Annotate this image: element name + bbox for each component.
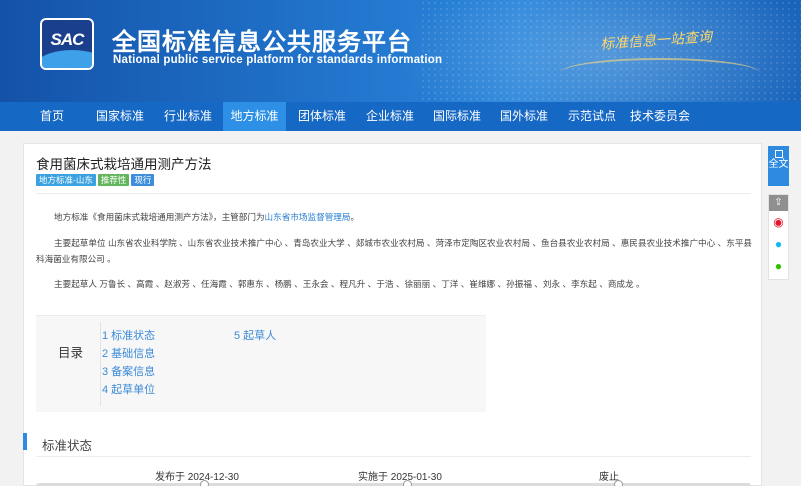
- toc-item-basic-info[interactable]: 2 基础信息: [102, 345, 155, 361]
- intro-text: 地方标准《食用菌床式栽培通用测产方法》，主管部门为: [54, 212, 265, 222]
- nav-demo-pilots[interactable]: 示范试点: [560, 102, 624, 131]
- drafting-units-paragraph: 主要起草单位 山东省农业科学院 、山东省农业技术推广中心 、青岛农业大学 、郯城…: [36, 238, 753, 264]
- nav-national-standards[interactable]: 国家标准: [88, 102, 152, 131]
- main-nav: 首页 国家标准 行业标准 地方标准 团体标准 企业标准 国际标准 国外标准 示范…: [0, 102, 801, 131]
- full-text-label: 全文: [768, 159, 789, 170]
- type-badge: 推荐性: [97, 174, 130, 186]
- status-badge: 现行: [131, 174, 155, 186]
- published-date: 发布于 2024-12-30: [155, 472, 239, 483]
- share-icon[interactable]: ⇪: [769, 195, 788, 211]
- site-title: 全国标准信息公共服务平台: [112, 29, 412, 56]
- nav-technical-committees[interactable]: 技术委员会: [627, 102, 693, 131]
- qq-icon[interactable]: ●: [771, 237, 786, 252]
- nav-local-standards[interactable]: 地方标准: [223, 102, 286, 131]
- badge-group: 地方标准-山东 推荐性 现行: [36, 174, 156, 186]
- toc-divider: [100, 322, 101, 406]
- table-of-contents: 目录 1 标准状态 2 基础信息 3 备案信息 4 起草单位 5 起草人: [36, 315, 486, 412]
- section-divider: [36, 456, 751, 457]
- section-marker: [23, 433, 27, 450]
- nav-industry-standards[interactable]: 行业标准: [156, 102, 220, 131]
- intro-end: 。: [350, 212, 360, 222]
- wechat-icon[interactable]: ●: [771, 259, 786, 274]
- section-title-status: 标准状态: [42, 439, 93, 453]
- nav-home[interactable]: 首页: [22, 102, 82, 131]
- authority-link[interactable]: 山东省市场监督管理局: [265, 212, 351, 222]
- nav-foreign-standards[interactable]: 国外标准: [492, 102, 556, 131]
- sac-logo[interactable]: SAC: [40, 18, 94, 70]
- toc-item-drafting-units[interactable]: 4 起草单位: [102, 381, 155, 397]
- banner-arc: [560, 58, 760, 88]
- nav-group-standards[interactable]: 团体标准: [290, 102, 354, 131]
- toc-item-filing-info[interactable]: 3 备案信息: [102, 363, 155, 379]
- toc-item-status[interactable]: 1 标准状态: [102, 327, 155, 343]
- page-title: 食用菌床式栽培通用测产方法: [36, 157, 212, 172]
- category-badge: 地方标准-山东: [36, 174, 96, 186]
- site-subtitle: National public service platform for sta…: [113, 54, 443, 66]
- effective-date: 实施于 2025-01-30: [358, 472, 442, 483]
- toc-heading: 目录: [58, 346, 84, 360]
- drafters-paragraph: 主要起草人 万鲁长 、高霞 、赵淑芳 、任海霞 、郭惠东 、杨鹏 、王永会 、程…: [54, 279, 645, 289]
- full-text-button[interactable]: 全文: [768, 146, 789, 186]
- timeline-dot-published: [200, 480, 209, 486]
- timeline-dot-effective: [403, 480, 412, 486]
- logo-text: SAC: [50, 30, 85, 49]
- document-icon: [774, 150, 783, 158]
- timeline-dot-abolished: [614, 480, 623, 486]
- divider: [36, 193, 751, 194]
- logo-swoosh: [42, 50, 92, 68]
- weibo-icon[interactable]: ◉: [771, 215, 786, 230]
- share-toolbar: ⇪ ◉ ● ●: [768, 194, 789, 280]
- intro-paragraph: 地方标准《食用菌床式栽培通用测产方法》，主管部门为山东省市场监督管理局。: [36, 209, 754, 225]
- standard-detail-card: 食用菌床式栽培通用测产方法 地方标准-山东 推荐性 现行 地方标准《食用菌床式栽培通…: [23, 143, 762, 486]
- toc-item-drafters[interactable]: 5 起草人: [234, 327, 276, 343]
- header-banner: SAC 全国标准信息公共服务平台 National public service…: [0, 0, 801, 102]
- nav-enterprise-standards[interactable]: 企业标准: [358, 102, 422, 131]
- nav-international-standards[interactable]: 国际标准: [425, 102, 489, 131]
